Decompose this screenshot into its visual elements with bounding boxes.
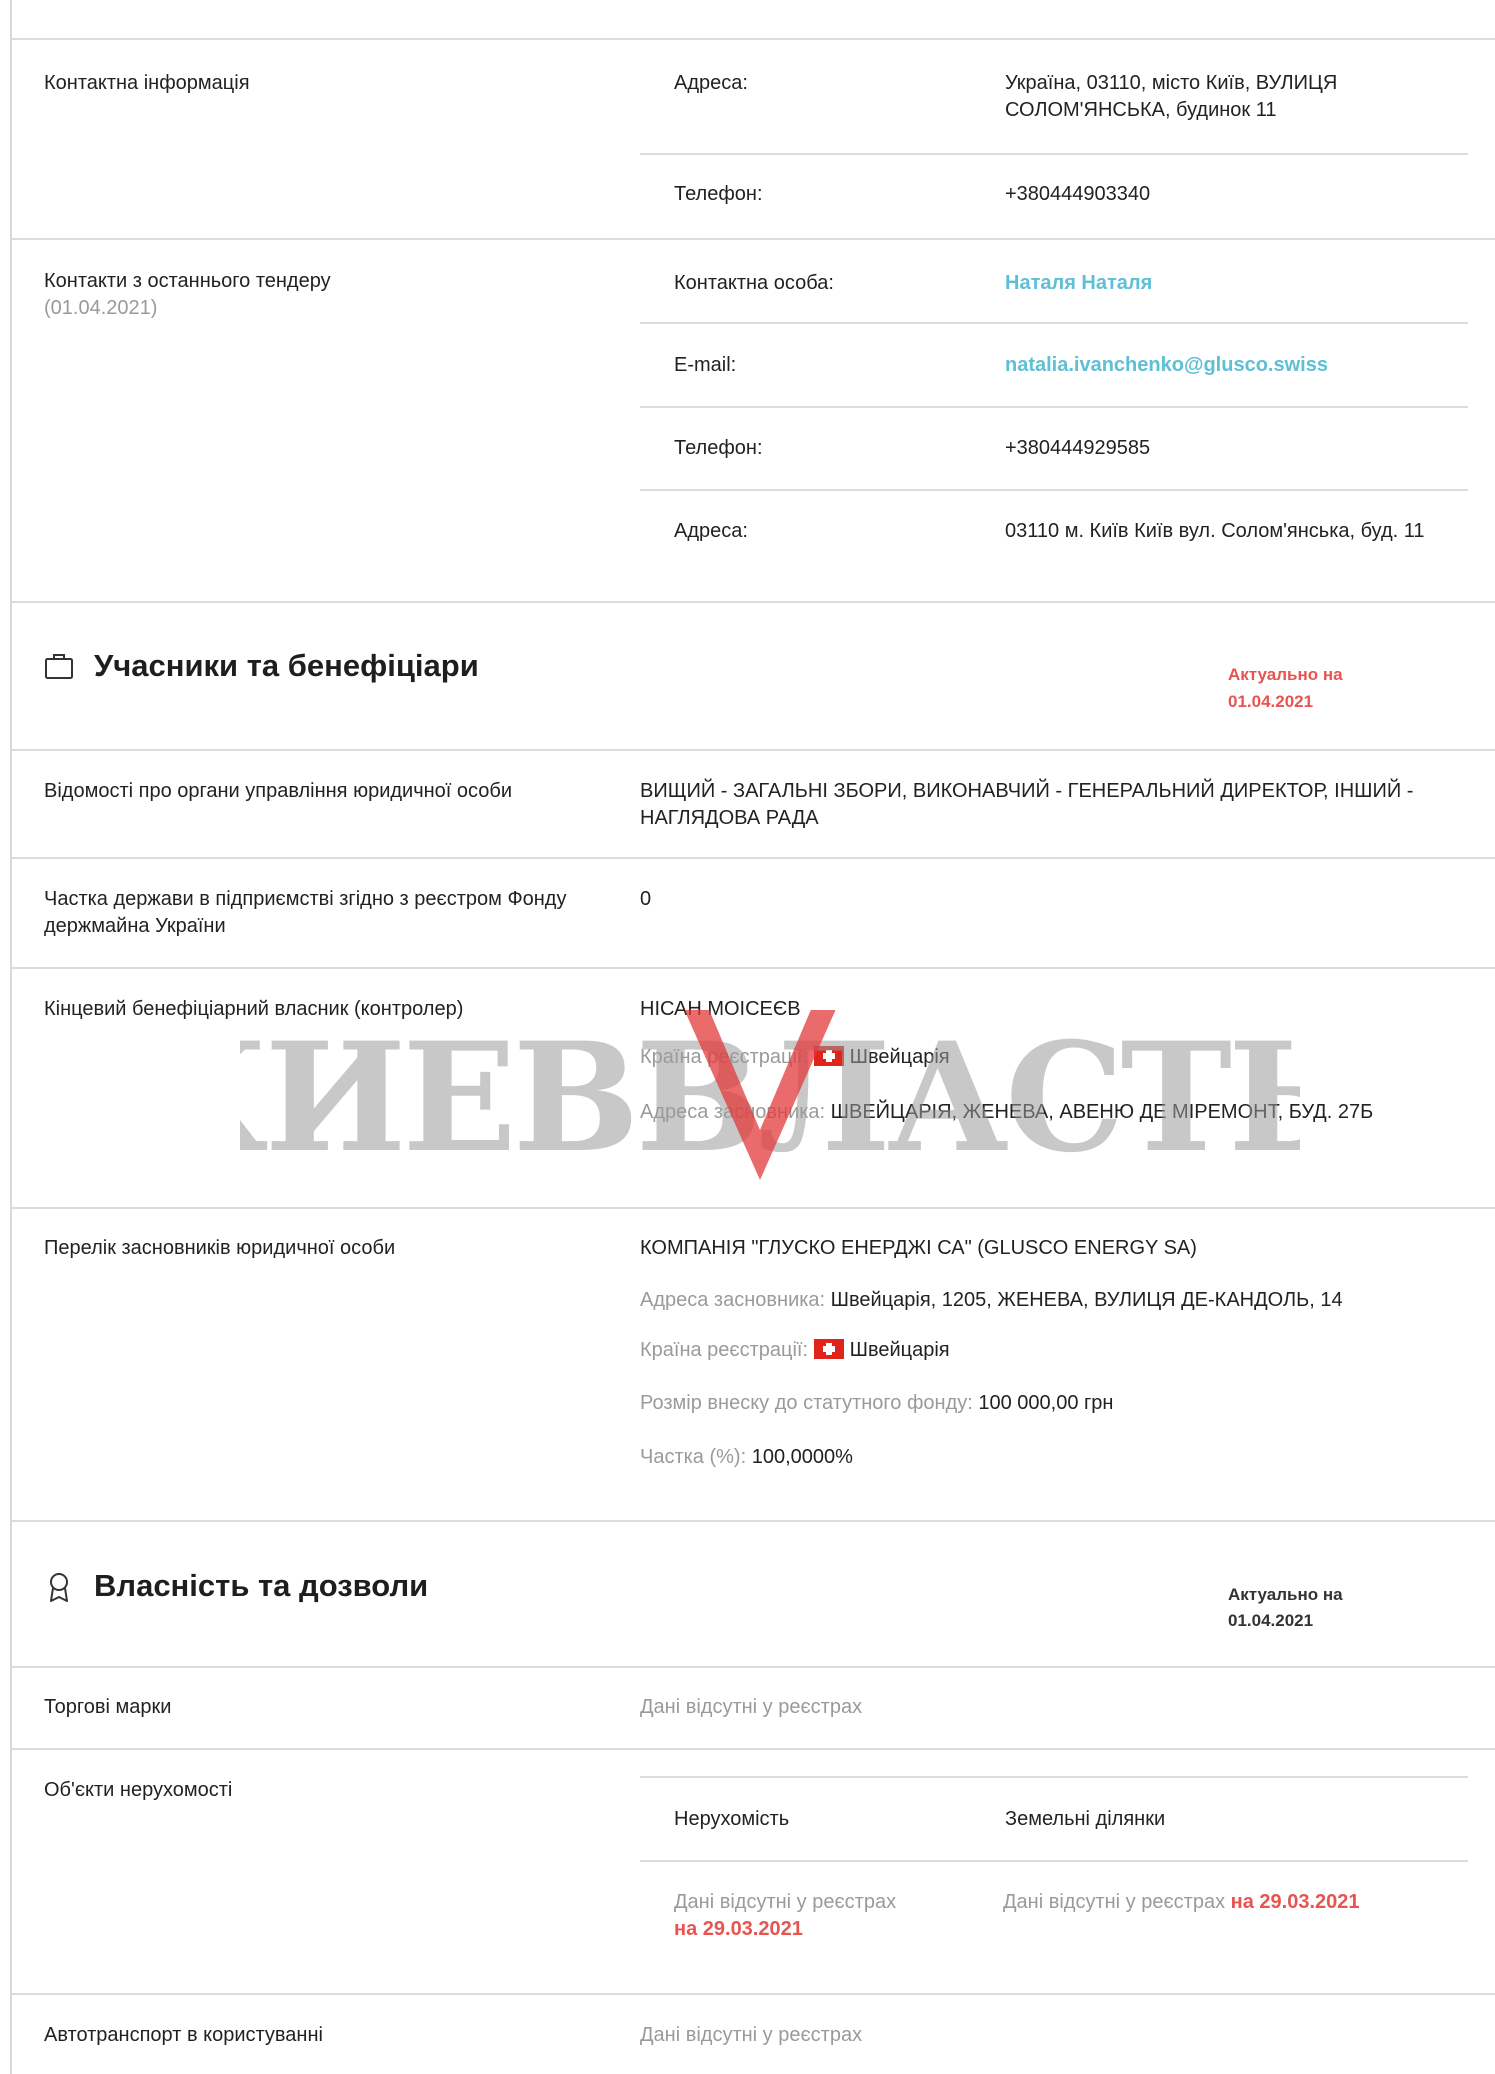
divider <box>10 749 1495 751</box>
founder-country-label: Країна реєстрації: <box>640 1339 809 1361</box>
tender-address-label: Адреса: <box>674 520 748 542</box>
beneficiary-country-value: Швейцарія <box>849 1046 950 1068</box>
tender-phone-label: Телефон: <box>674 437 763 459</box>
property-actual-date: 01.04.2021 <box>1228 1611 1314 1630</box>
land-value-text: Дані відсутні у реєстрах <box>1003 1891 1226 1913</box>
realty-label: Об'єкти нерухомості <box>44 1779 233 1801</box>
address-value: Україна, 03110, місто Київ, ВУЛИЦЯ СОЛОМ… <box>1005 72 1338 121</box>
governance-value: ВИЩИЙ - ЗАГАЛЬНІ ЗБОРИ, ВИКОНАВЧИЙ - ГЕН… <box>640 780 1414 829</box>
sub-divider <box>640 153 1468 155</box>
founder-address-label: Адреса засновника: <box>640 1289 826 1311</box>
tender-phone-value: +380444929585 <box>1005 437 1151 459</box>
founder-capital-label: Розмір внеску до статутного фонду: <box>640 1392 973 1414</box>
sub-divider <box>640 322 1468 324</box>
participants-title: Учасники та бенефіціари <box>94 648 479 683</box>
participants-actual-label: Актуально на <box>1228 665 1343 684</box>
email-label: E-mail: <box>674 354 737 376</box>
founder-share-value: 100,0000% <box>751 1446 853 1468</box>
contact-person-label: Контактна особа: <box>674 272 834 294</box>
founder-name: КОМПАНІЯ "ГЛУСКО ЕНЕРДЖІ СА" (GLUSCO ENE… <box>640 1237 1197 1259</box>
beneficiary-label: Кінцевий бенефіціарний власник (контроле… <box>44 998 464 1020</box>
address-label: Адреса: <box>674 72 748 94</box>
realty-col-realty: Нерухомість <box>674 1808 790 1830</box>
left-border <box>10 0 12 2074</box>
beneficiary-address-label: Адреса засновника: <box>640 1101 826 1123</box>
state-share-label: Частка держави в підприємстві згідно з р… <box>44 888 567 937</box>
governance-label: Відомості про органи управління юридично… <box>44 780 513 802</box>
trademarks-label: Торгові марки <box>44 1696 172 1718</box>
divider <box>10 1520 1495 1522</box>
founder-address-value: Швейцарія, 1205, ЖЕНЕВА, ВУЛИЦЯ ДЕ-КАНДО… <box>830 1289 1343 1311</box>
founder-share-label: Частка (%): <box>640 1446 747 1468</box>
beneficiary-country: Країна реєстрації: Швейцарія <box>640 1044 1450 1071</box>
founder-address: Адреса засновника: Швейцарія, 1205, ЖЕНЕ… <box>640 1287 1470 1314</box>
realty-value: Дані відсутні у реєстрах на 29.03.2021 <box>674 1889 994 1943</box>
tender-address-value: 03110 м. Київ Київ вул. Солом'янська, бу… <box>1005 520 1425 542</box>
founder-capital-value: 100 000,00 грн <box>978 1392 1114 1414</box>
kievvlast-watermark: КИЕВВЛАСТЬ <box>240 1010 1300 1180</box>
divider <box>10 1666 1495 1668</box>
phone-label: Телефон: <box>674 183 763 205</box>
briefcase-icon <box>45 654 73 679</box>
divider <box>10 238 1495 240</box>
land-value: Дані відсутні у реєстрах на 29.03.2021 <box>1003 1889 1473 1916</box>
realty-value-text: Дані відсутні у реєстрах <box>674 1891 897 1913</box>
divider <box>10 967 1495 969</box>
founder-share: Частка (%): 100,0000% <box>640 1444 1450 1471</box>
swiss-flag-icon <box>813 1046 844 1066</box>
divider <box>10 1207 1495 1209</box>
email-link[interactable]: natalia.ivanchenko@glusco.swiss <box>1005 352 1465 379</box>
sub-divider <box>640 406 1468 408</box>
founder-country: Країна реєстрації: Швейцарія <box>640 1337 1450 1364</box>
property-actual-label: Актуально на <box>1228 1585 1343 1604</box>
beneficiary-address: Адреса засновника: ШВЕЙЦАРІЯ, ЖЕНЕВА, АВ… <box>640 1099 1450 1126</box>
divider <box>10 601 1495 603</box>
founder-capital: Розмір внеску до статутного фонду: 100 0… <box>640 1390 1450 1417</box>
contact-person-link[interactable]: Наталя Наталя <box>1005 270 1445 297</box>
phone-value: +380444903340 <box>1005 183 1151 205</box>
founders-label: Перелік засновників юридичної особи <box>44 1237 396 1259</box>
founder-country-value: Швейцарія <box>849 1339 950 1361</box>
divider <box>10 1748 1495 1750</box>
tender-date: (01.04.2021) <box>44 297 158 319</box>
land-value-date: на 29.03.2021 <box>1230 1891 1360 1913</box>
sub-divider <box>640 1776 1468 1778</box>
beneficiary-country-label: Країна реєстрації: <box>640 1046 809 1068</box>
vehicles-label: Автотранспорт в користуванні <box>44 2024 323 2046</box>
beneficiary-name: НІСАН МОІСЕЄВ <box>640 998 801 1020</box>
participants-actual-date: 01.04.2021 <box>1228 692 1314 711</box>
vehicles-value: Дані відсутні у реєстрах <box>640 2024 863 2046</box>
realty-value-date: на 29.03.2021 <box>674 1918 803 1940</box>
state-share-value: 0 <box>640 888 652 910</box>
company-profile-page: Контактна інформація Адреса: Україна, 03… <box>0 0 1495 2074</box>
award-icon <box>50 1573 68 1602</box>
divider <box>10 38 1495 40</box>
sub-divider <box>640 489 1468 491</box>
swiss-flag-icon <box>813 1339 844 1359</box>
divider <box>10 857 1495 859</box>
trademarks-value: Дані відсутні у реєстрах <box>640 1696 863 1718</box>
watermark-text: КИЕВВЛАСТЬ <box>240 1010 1300 1180</box>
contact-info-label: Контактна інформація <box>44 72 250 94</box>
tender-contacts-label: Контакти з останнього тендеру <box>44 270 331 292</box>
property-title: Власність та дозволи <box>94 1568 429 1603</box>
realty-col-land: Земельні ділянки <box>1005 1808 1166 1830</box>
divider <box>10 1993 1495 1995</box>
sub-divider <box>640 1860 1468 1862</box>
beneficiary-address-value: ШВЕЙЦАРІЯ, ЖЕНЕВА, АВЕНЮ ДЕ МІРЕМОНТ, БУ… <box>830 1101 1374 1123</box>
